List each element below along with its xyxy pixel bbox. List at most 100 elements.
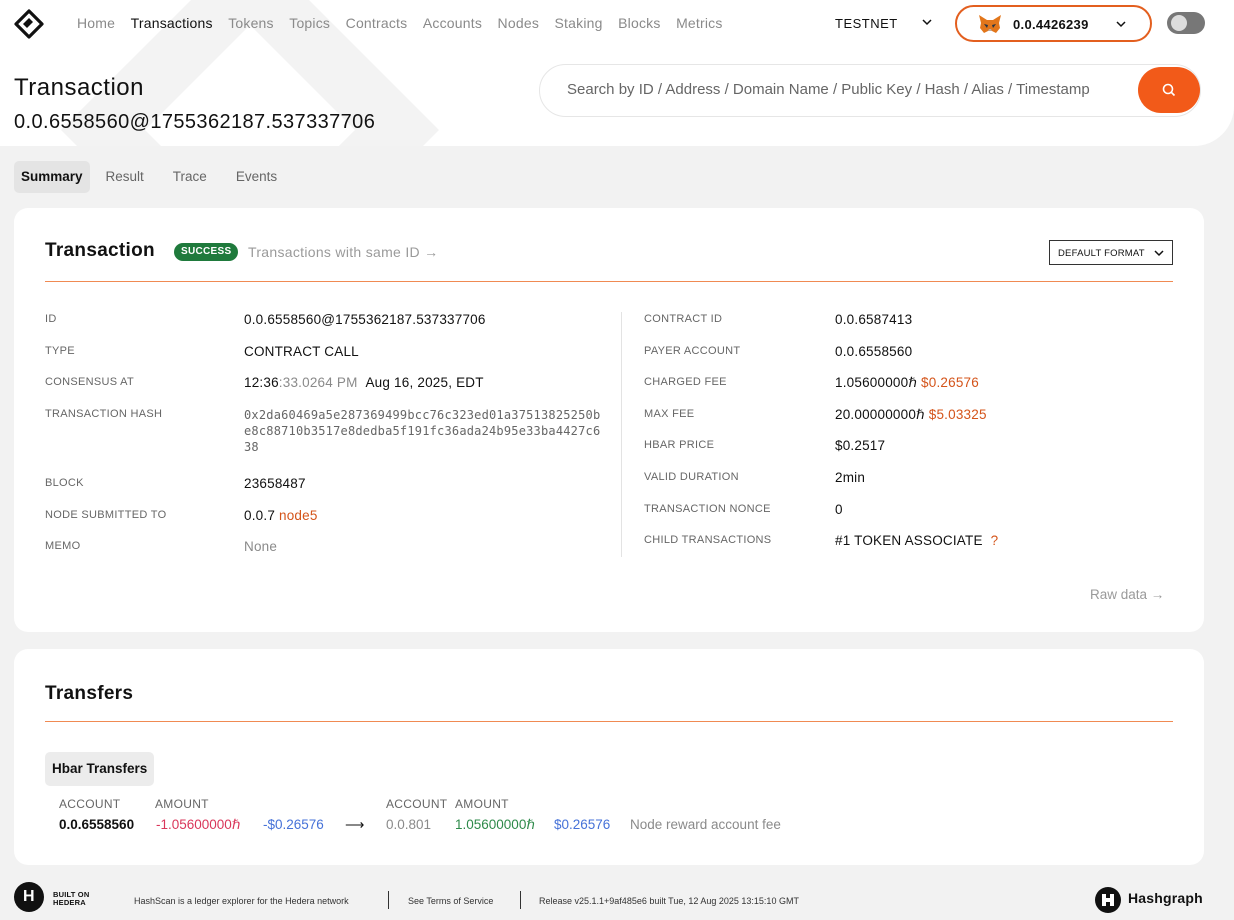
valid-duration-value: 2min: [835, 470, 866, 485]
section-divider: [45, 281, 1173, 282]
nav-tokens[interactable]: Tokens: [228, 15, 274, 31]
tab-bar: Summary Result Trace Events: [14, 161, 299, 193]
from-amount: -1.05600000ℏ: [156, 817, 241, 832]
transfer-arrow-icon: ⟶: [345, 817, 365, 832]
search-input[interactable]: [567, 81, 1137, 98]
to-amount-usd: $0.26576: [554, 817, 611, 832]
footer-divider: [388, 891, 389, 909]
to-amount: 1.05600000ℏ: [455, 817, 535, 832]
consensus-time-rest: :33.0264 PM: [278, 375, 358, 390]
id-value: 0.0.6558560@1755362187.537337706: [244, 312, 486, 327]
from-amount-usd: -$0.26576: [263, 817, 324, 832]
contract-label: CONTRACT ID: [644, 313, 723, 325]
sun-icon: [1171, 15, 1187, 31]
page-subtitle: 0.0.6558560@1755362187.537337706: [14, 111, 376, 133]
payer-value[interactable]: 0.0.6558560: [835, 344, 912, 359]
column-divider: [621, 312, 622, 557]
transaction-card: Transaction SUCCESS Transactions with sa…: [14, 208, 1204, 632]
to-account[interactable]: 0.0.801: [386, 817, 431, 832]
search-icon: [1162, 83, 1176, 97]
nav-topics[interactable]: Topics: [289, 15, 330, 31]
child-tx-label: CHILD TRANSACTIONS: [644, 534, 772, 546]
hashgraph-logo-icon[interactable]: [1093, 886, 1123, 914]
payer-label: PAYER ACCOUNT: [644, 345, 741, 357]
section-divider: [45, 721, 1173, 722]
memo-label: MEMO: [45, 540, 81, 552]
nav-staking[interactable]: Staking: [555, 15, 603, 31]
max-fee-value: 20.00000000ℏ $5.03325: [835, 407, 987, 423]
type-label: TYPE: [45, 345, 75, 357]
child-tx-value: #1 TOKEN ASSOCIATE ?: [835, 533, 998, 548]
same-id-link[interactable]: Transactions with same ID →: [248, 244, 438, 260]
nav-contracts[interactable]: Contracts: [346, 15, 408, 31]
wallet-account-id: 0.0.4426239: [1013, 17, 1089, 32]
node-id[interactable]: 0.0.7: [244, 508, 275, 523]
status-badge: SUCCESS: [174, 243, 239, 261]
type-value: CONTRACT CALL: [244, 344, 359, 359]
from-account-header: ACCOUNT: [59, 797, 121, 811]
tab-trace[interactable]: Trace: [166, 161, 214, 193]
from-amount-header: AMOUNT: [155, 797, 209, 811]
nonce-label: TRANSACTION NONCE: [644, 503, 771, 515]
charged-fee-usd: $0.26576: [921, 375, 979, 390]
charged-fee-label: CHARGED FEE: [644, 376, 727, 388]
hash-label: TRANSACTION HASH: [45, 408, 163, 420]
consensus-label: CONSENSUS AT: [45, 376, 134, 388]
hashgraph-brand: Hashgraph: [1128, 890, 1203, 906]
contract-value[interactable]: 0.0.6587413: [835, 312, 912, 327]
transfer-note: Node reward account fee: [630, 817, 781, 832]
consensus-date: Aug 16, 2025, EDT: [365, 375, 484, 390]
to-account-header: ACCOUNT: [386, 797, 448, 811]
network-selector[interactable]: TESTNET: [835, 16, 898, 31]
footer-tagline: HashScan is a ledger explorer for the He…: [134, 896, 349, 906]
nav-nodes[interactable]: Nodes: [498, 15, 539, 31]
hash-value: 0x2da60469a5e287369499bcc76c323ed01a3751…: [244, 408, 601, 454]
charged-fee-hbar: 1.05600000ℏ: [835, 375, 918, 390]
format-select[interactable]: DEFAULT FORMAT: [1049, 240, 1173, 265]
block-value[interactable]: 23658487: [244, 476, 306, 491]
theme-toggle[interactable]: [1167, 12, 1205, 34]
tab-hbar-transfers[interactable]: Hbar Transfers: [45, 752, 155, 786]
footer-divider: [520, 891, 521, 909]
nav-transactions[interactable]: Transactions: [131, 15, 213, 31]
tab-summary[interactable]: Summary: [14, 161, 90, 193]
node-value: 0.0.7 node5: [244, 508, 318, 523]
chevron-down-icon: [1116, 21, 1126, 28]
transfers-card: Transfers Hbar Transfers ACCOUNT AMOUNT …: [14, 649, 1204, 865]
help-icon[interactable]: ?: [991, 533, 999, 548]
hbar-price-value: $0.2517: [835, 438, 886, 453]
chevron-down-icon: [1154, 250, 1164, 257]
to-amount-header: AMOUNT: [455, 797, 509, 811]
metamask-fox-icon: [979, 15, 1001, 33]
nav-home[interactable]: Home: [77, 15, 115, 31]
search-button[interactable]: [1138, 67, 1200, 113]
hbar-price-label: HBAR PRICE: [644, 439, 715, 451]
built-on-hedera-label: BUILT ON HEDERA: [53, 891, 89, 907]
chevron-down-icon[interactable]: [921, 16, 933, 28]
tab-result[interactable]: Result: [99, 161, 151, 193]
transaction-card-title: Transaction: [45, 240, 155, 261]
wallet-button[interactable]: 0.0.4426239: [955, 5, 1152, 42]
tab-events[interactable]: Events: [229, 161, 284, 193]
charged-fee-value: 1.05600000ℏ $0.26576: [835, 375, 979, 391]
format-select-value: DEFAULT FORMAT: [1058, 248, 1145, 259]
id-label: ID: [45, 313, 57, 325]
nav-accounts[interactable]: Accounts: [423, 15, 482, 31]
hashscan-logo-icon[interactable]: [14, 9, 44, 39]
memo-value: None: [244, 539, 278, 554]
nav-blocks[interactable]: Blocks: [618, 15, 660, 31]
search-box: [539, 64, 1201, 117]
nav-menu: Home Transactions Tokens Topics Contract…: [77, 15, 738, 31]
transfers-card-title: Transfers: [45, 683, 134, 704]
hedera-logo-icon[interactable]: H: [14, 882, 44, 912]
nav-metrics[interactable]: Metrics: [676, 15, 723, 31]
valid-duration-label: VALID DURATION: [644, 471, 739, 483]
child-tx-link[interactable]: #1 TOKEN ASSOCIATE: [835, 533, 983, 548]
from-account[interactable]: 0.0.6558560: [59, 817, 134, 832]
max-fee-hbar: 20.00000000ℏ: [835, 407, 925, 422]
raw-data-link[interactable]: Raw data →: [1090, 587, 1164, 602]
consensus-time-hm: 12:36: [244, 375, 279, 390]
max-fee-usd: $5.03325: [928, 407, 987, 422]
node-name-link[interactable]: node5: [279, 508, 318, 523]
terms-link[interactable]: See Terms of Service: [408, 896, 493, 906]
